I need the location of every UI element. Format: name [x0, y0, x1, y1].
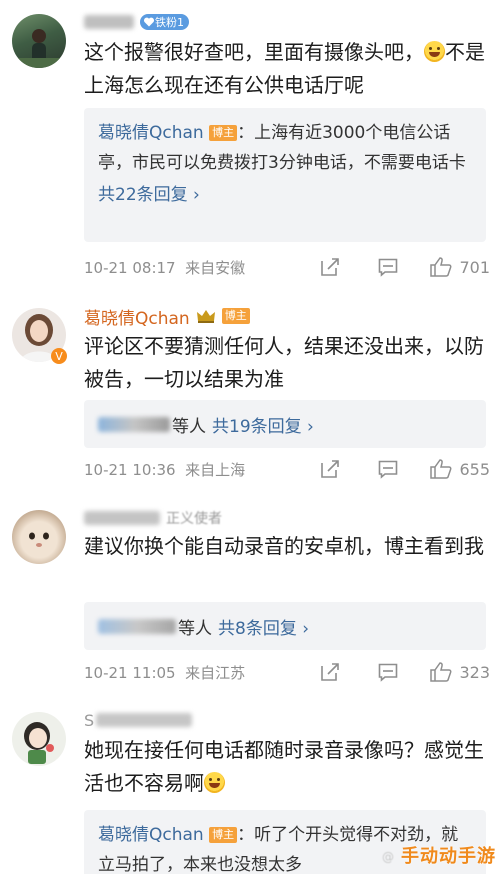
source-watermark: @: [382, 850, 394, 864]
reply-summary: 等人 共8条回复 ›: [84, 602, 486, 650]
location: 来自安徽: [185, 258, 246, 277]
laugh-emoji-icon: [204, 772, 225, 793]
more-replies-link[interactable]: 共8条回复 ›: [218, 614, 309, 639]
reply-suffix: 等人: [172, 416, 206, 437]
reply-author[interactable]: 葛晓倩Qchan: [98, 825, 204, 845]
reply-summary: 等人 共19条回复 ›: [84, 400, 486, 448]
meta-row: 10-21 11:05 来自江苏 323: [84, 658, 490, 686]
like-count: 701: [459, 257, 490, 277]
comment-text: 建议你换个能自动录音的安卓机，博主看到我: [84, 534, 484, 558]
share-button[interactable]: [319, 458, 341, 480]
comment-text: 这个报警很好查吧，里面有摄像头吧， 不是 上海怎么现在还有公供电话厅呢: [84, 36, 486, 102]
fan-badge-label: 铁粉1: [155, 16, 184, 29]
comment-icon: [379, 663, 398, 682]
comment-button[interactable]: [377, 458, 399, 480]
verified-icon: V: [51, 348, 67, 364]
comment-icon: [379, 460, 398, 479]
comment-item: 铁粉1 这个报警很好查吧，里面有摄像头吧， 不是 上海怎么现在还有公供电话厅呢 葛…: [0, 0, 504, 290]
chevron-right-icon: ›: [307, 416, 314, 437]
username-blurred[interactable]: [96, 713, 193, 727]
username[interactable]: 葛晓倩Qchan: [84, 304, 190, 329]
timestamp-location: 10-21 08:17 来自安徽: [84, 257, 319, 278]
more-replies-link[interactable]: 共22条回复 ›: [84, 178, 486, 218]
more-replies-link[interactable]: 共19条回复 ›: [212, 412, 314, 437]
laugh-emoji-icon: [424, 41, 445, 62]
fan-heart-icon: [143, 17, 155, 27]
timestamp-location: 10-21 10:36 来自上海: [84, 459, 319, 480]
comment-text-part: 这个报警很好查吧，里面有摄像头吧，: [84, 40, 424, 64]
share-icon: [321, 460, 340, 478]
like-icon: [430, 459, 452, 479]
reply-author[interactable]: 葛晓倩Qchan: [98, 123, 204, 143]
comment-text: 她现在接任何电话都随时录音录像吗？感觉生活也不容易啊: [84, 734, 486, 800]
fan-badge: 铁粉1: [140, 14, 189, 30]
timestamp: 10-21 08:17: [84, 258, 176, 277]
avatar-figure: [24, 722, 54, 764]
more-replies-label: 共8条回复: [218, 618, 297, 639]
blogger-tag: 博主: [209, 125, 238, 141]
comment-item: V 葛晓倩Qchan 博主 评论区不要猜测任何人，结果还没出来，以防被告，一切以…: [0, 294, 504, 494]
like-button[interactable]: 701: [429, 256, 490, 278]
comment-icon: [379, 258, 398, 277]
avatar-figure: [29, 532, 49, 547]
blogger-tag: 博主: [209, 827, 238, 843]
username-blurred[interactable]: [84, 511, 160, 525]
timestamp: 10-21 11:05: [84, 663, 176, 682]
svg-text:V: V: [55, 350, 63, 363]
site-watermark: 手动动手游: [401, 846, 496, 867]
comment-button[interactable]: [377, 256, 399, 278]
username-blurred[interactable]: [84, 15, 134, 29]
chevron-right-icon: ›: [302, 618, 310, 639]
replier-blurred[interactable]: [98, 618, 176, 634]
share-icon: [321, 258, 340, 276]
share-icon: [321, 663, 340, 681]
more-replies-label: 共19条回复: [212, 416, 302, 437]
share-button[interactable]: [319, 661, 341, 683]
avatar[interactable]: [12, 510, 66, 564]
timestamp-location: 10-21 11:05 来自江苏: [84, 662, 319, 683]
more-replies-label: 共22条回复: [98, 185, 188, 205]
reply-text: 葛晓倩Qchan 博主 ：上海有近3000个电信公话亭，市民可以免费拨打3分钟电话…: [84, 108, 486, 178]
like-icon: [430, 257, 452, 277]
reply-box[interactable]: 等人 共19条回复 ›: [84, 400, 486, 448]
share-button[interactable]: [319, 256, 341, 278]
comment-button[interactable]: [377, 661, 399, 683]
crown-icon: [196, 310, 215, 323]
like-icon: [430, 662, 452, 682]
user-row: 铁粉1: [84, 10, 189, 34]
reply-box[interactable]: 葛晓倩Qchan 博主 ：上海有近3000个电信公话亭，市民可以免费拨打3分钟电话…: [84, 108, 486, 242]
user-row: 葛晓倩Qchan 博主: [84, 304, 250, 329]
like-button[interactable]: 655: [429, 458, 490, 480]
timestamp: 10-21 10:36: [84, 460, 176, 479]
location: 来自上海: [185, 460, 246, 479]
avatar-figure: [12, 29, 66, 68]
user-badge-text: 正义使者: [166, 511, 222, 527]
blogger-tag: 博主: [221, 308, 250, 324]
reply-box[interactable]: 等人 共8条回复 ›: [84, 602, 486, 650]
user-row: 正义使者: [84, 506, 222, 530]
like-count: 323: [459, 662, 490, 682]
user-row: S: [84, 708, 193, 732]
location: 来自江苏: [185, 663, 246, 682]
avatar[interactable]: [12, 14, 66, 68]
meta-row: 10-21 08:17 来自安徽 701: [84, 253, 490, 281]
comment-text-part: 她现在接任何电话都随时录音录像吗？感觉生活也不容易啊: [84, 738, 484, 795]
reply-suffix: 等人: [178, 618, 212, 639]
comment-text: 评论区不要猜测任何人，结果还没出来，以防被告，一切以结果为准: [84, 334, 484, 391]
replier-blurred[interactable]: [98, 416, 170, 432]
username-initial[interactable]: S: [84, 711, 94, 730]
meta-row: 10-21 10:36 来自上海 655: [84, 455, 490, 483]
like-button[interactable]: 323: [429, 661, 490, 683]
comment-item: 正义使者 建议你换个能自动录音的安卓机，博主看到我 等人 共8条回复 › 10-…: [0, 498, 504, 698]
like-count: 655: [459, 459, 490, 479]
chevron-right-icon: ›: [193, 185, 200, 205]
avatar[interactable]: [12, 712, 66, 766]
